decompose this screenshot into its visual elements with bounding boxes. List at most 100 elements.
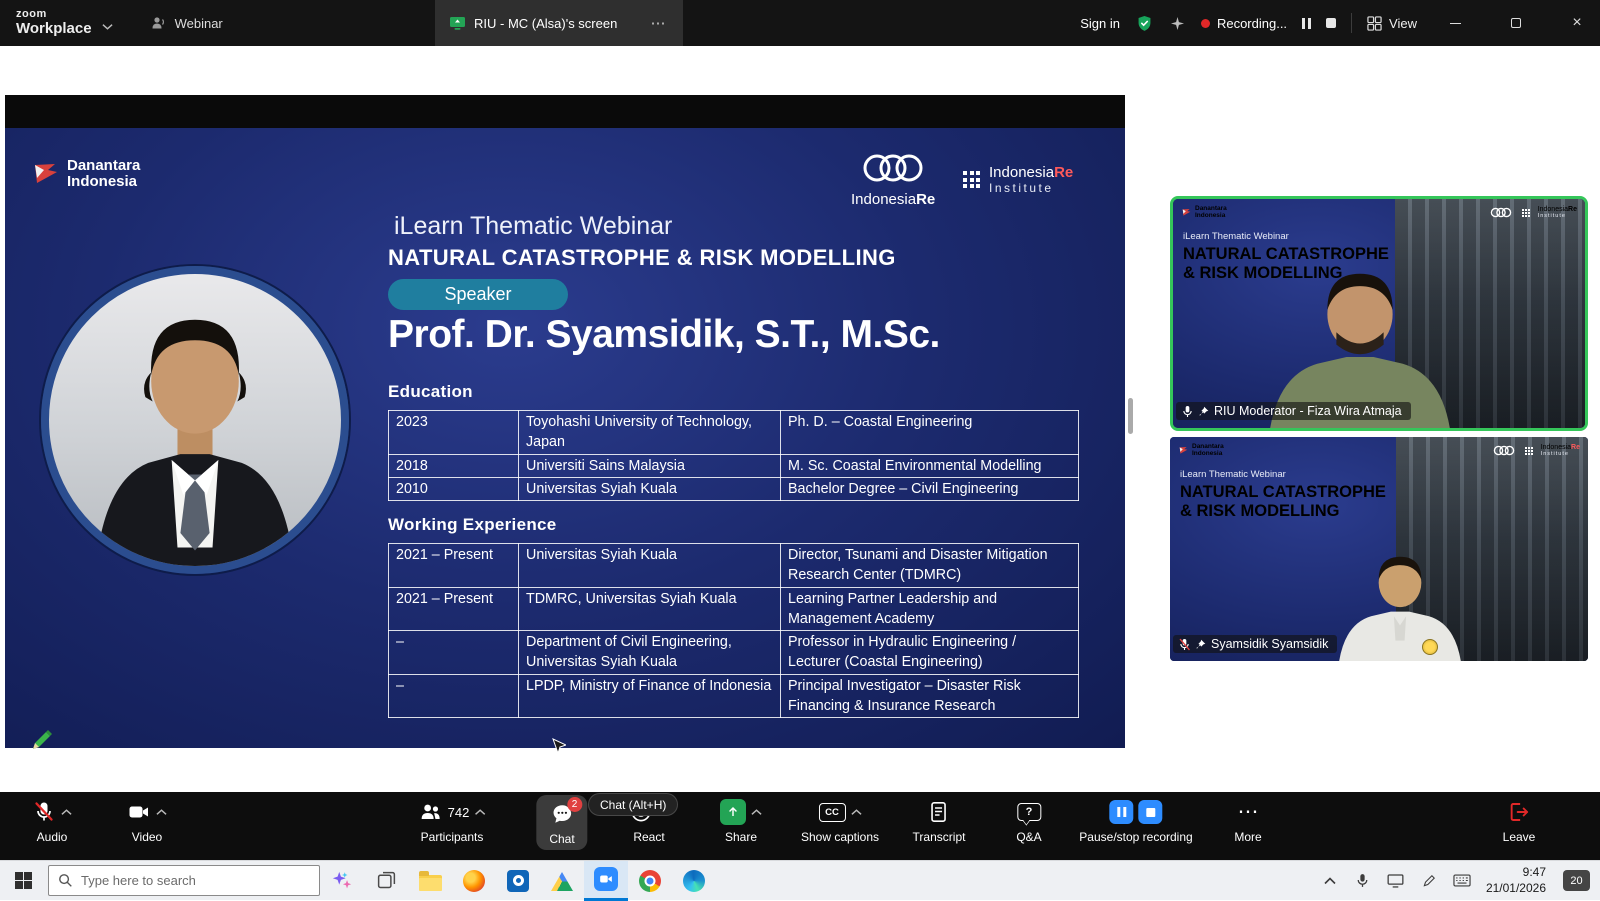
recording-pause-button[interactable] <box>1302 18 1311 29</box>
tab-shared-screen-label: RIU - MC (Alsa)'s screen <box>474 16 639 31</box>
tab-webinar[interactable]: Webinar <box>137 0 237 46</box>
slide-title: NATURAL CATASTROPHE & RISK MODELLING <box>388 245 896 271</box>
recording-stop-button[interactable] <box>1326 18 1336 28</box>
video-label: Video <box>132 830 162 844</box>
participants-menu-chevron[interactable] <box>474 809 485 816</box>
table-row: 2021 – Present Universitas Syiah Kuala D… <box>389 544 1079 588</box>
sign-in-button[interactable]: Sign in <box>1080 16 1120 31</box>
transcript-label: Transcript <box>913 830 966 844</box>
start-button[interactable] <box>0 861 46 901</box>
participant-name: RIU Moderator - Fiza Wira Atmaja <box>1214 404 1402 418</box>
taskbar-chrome-icon[interactable] <box>628 861 672 901</box>
institute-dots-icon <box>1522 209 1530 217</box>
taskbar-edge-icon[interactable] <box>672 861 716 901</box>
firefox-icon <box>463 870 485 892</box>
table-cell: Bachelor Degree – Civil Engineering <box>781 477 1079 500</box>
video-menu-chevron[interactable] <box>156 809 167 816</box>
table-row: 2010 Universitas Syiah Kuala Bachelor De… <box>389 477 1079 500</box>
taskbar-clock[interactable]: 9:47 21/01/2026 <box>1486 865 1546 896</box>
participants-button[interactable]: 742 Participants <box>419 798 486 844</box>
chat-button[interactable]: 2 Chat <box>536 795 587 850</box>
share-scrollbar[interactable] <box>1128 398 1133 434</box>
participant-name: Syamsidik Syamsidik <box>1211 637 1328 651</box>
leave-label: Leave <box>1503 830 1536 844</box>
tab-options-button[interactable]: ⋯ <box>647 12 669 34</box>
tray-keyboard-icon[interactable] <box>1453 872 1471 890</box>
pause-stop-recording-button[interactable]: Pause/stop recording <box>1079 798 1192 844</box>
leave-icon <box>1507 800 1531 824</box>
tray-pen-icon[interactable] <box>1420 872 1438 890</box>
table-row: 2021 – Present TDMRC, Universitas Syiah … <box>389 587 1079 631</box>
table-row: – Department of Civil Engineering, Unive… <box>389 631 1079 675</box>
workplace-logo-text: Workplace <box>16 21 92 37</box>
react-label: React <box>633 830 664 844</box>
virtual-background: Danantara Indonesia IndonesiaRe Institut… <box>1170 437 1588 661</box>
captions-button[interactable]: CC Show captions <box>801 798 879 844</box>
qa-icon: ? <box>1017 803 1041 821</box>
transcript-icon <box>927 800 951 824</box>
tray-mic-icon[interactable] <box>1354 872 1372 890</box>
view-grid-icon <box>1367 16 1382 31</box>
captions-menu-chevron[interactable] <box>850 809 861 816</box>
participant-name-tag: Syamsidik Syamsidik <box>1173 635 1337 653</box>
video-button[interactable]: Video <box>127 798 167 844</box>
view-button[interactable]: View <box>1367 16 1417 31</box>
search-input[interactable] <box>81 873 310 888</box>
ai-companion-icon[interactable] <box>1169 15 1186 32</box>
share-button[interactable]: Share <box>720 798 762 844</box>
danantara-logo-mini: Danantara Indonesia <box>1179 444 1224 458</box>
table-cell: Learning Partner Leadership and Manageme… <box>781 587 1079 631</box>
tray-chevron-icon[interactable] <box>1321 872 1339 890</box>
audio-button[interactable]: Audio <box>32 798 72 844</box>
recording-dot-icon <box>1201 19 1210 28</box>
video-tile-moderator[interactable]: Danantara Indonesia IndonesiaRe Institut… <box>1170 196 1588 431</box>
virtual-background: Danantara Indonesia IndonesiaRe Institut… <box>1173 199 1585 428</box>
pause-stop-label: Pause/stop recording <box>1079 830 1192 844</box>
tab-webinar-label: Webinar <box>175 16 223 31</box>
taskbar-taskview-icon[interactable] <box>364 861 408 901</box>
workspace-menu-chevron-icon[interactable] <box>102 23 113 30</box>
table-cell: – <box>389 674 519 718</box>
annotate-pencil-button[interactable] <box>29 727 55 753</box>
taskbar-zoom-icon[interactable] <box>584 861 628 901</box>
table-row: 2018 Universiti Sains Malaysia M. Sc. Co… <box>389 454 1079 477</box>
security-shield-icon[interactable] <box>1135 14 1154 33</box>
share-menu-chevron[interactable] <box>751 809 762 816</box>
tray-display-icon[interactable] <box>1387 872 1405 890</box>
recording-indicator: Recording... <box>1201 16 1287 31</box>
close-button[interactable]: × <box>1554 0 1600 46</box>
tab-shared-screen[interactable]: RIU - MC (Alsa)'s screen ⋯ <box>435 0 683 46</box>
danantara-logo: Danantara Indonesia <box>33 158 140 190</box>
transcript-button[interactable]: Transcript <box>913 798 966 844</box>
minimize-button[interactable] <box>1432 0 1478 46</box>
speaker-portrait-illustration <box>49 276 341 568</box>
indonesia-re-wordmark: IndonesiaRe <box>851 191 935 208</box>
task-view-icon <box>376 870 397 891</box>
table-cell: 2010 <box>389 477 519 500</box>
share-letterbox <box>5 95 1125 128</box>
taskbar-file-explorer-icon[interactable] <box>408 861 452 901</box>
speaker-photo <box>41 266 349 574</box>
minimize-icon <box>1450 23 1461 24</box>
notification-count-badge[interactable]: 20 <box>1563 870 1590 891</box>
taskbar-firefox-icon[interactable] <box>452 861 496 901</box>
speaker-name: Prof. Dr. Syamsidik, S.T., M.Sc. <box>388 313 940 357</box>
institute-dots-icon <box>1525 447 1533 455</box>
speaker-badge: Speaker <box>388 279 568 310</box>
qa-button[interactable]: ? Q&A <box>1016 798 1041 844</box>
audio-menu-chevron[interactable] <box>61 809 72 816</box>
table-cell: Toyohashi University of Technology, Japa… <box>519 411 781 455</box>
taskbar-outlook-icon[interactable] <box>496 861 540 901</box>
pause-recording-icon-button[interactable] <box>1110 800 1134 824</box>
maximize-button[interactable] <box>1493 0 1539 46</box>
zoom-workplace-logo[interactable]: zoom Workplace <box>0 9 92 36</box>
stop-recording-icon-button[interactable] <box>1139 800 1163 824</box>
video-tile-speaker[interactable]: Danantara Indonesia IndonesiaRe Institut… <box>1170 437 1588 661</box>
taskbar-drive-icon[interactable] <box>540 861 584 901</box>
table-cell: Department of Civil Engineering, Univers… <box>519 631 781 675</box>
leave-button[interactable]: Leave <box>1503 798 1536 844</box>
taskbar-search[interactable] <box>48 865 320 896</box>
more-button[interactable]: ⋯ More <box>1234 798 1261 844</box>
taskbar-copilot-icon[interactable] <box>320 861 364 901</box>
shared-screen-view: Danantara Indonesia IndonesiaRe Indonesi… <box>5 95 1125 748</box>
